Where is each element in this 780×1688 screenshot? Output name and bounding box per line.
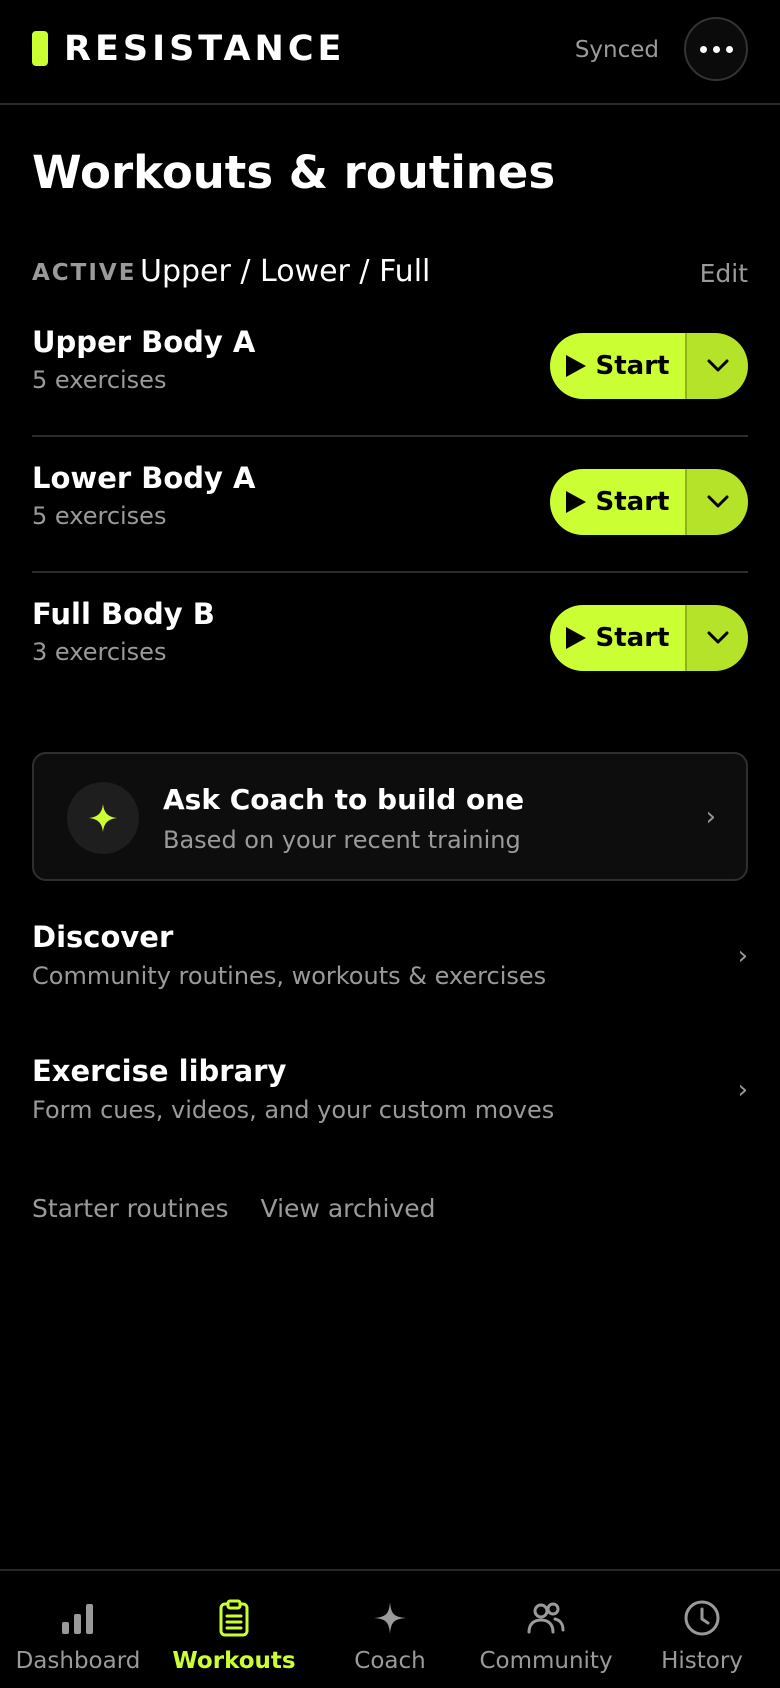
- brand-accent-bar: [32, 31, 48, 66]
- coach-card-subtitle: Based on your recent training: [163, 826, 521, 854]
- routine-item[interactable]: Upper Body A 5 exercises Start: [32, 301, 748, 437]
- chevron-right-icon: ›: [737, 941, 748, 971]
- chevron-down-icon: [707, 359, 728, 372]
- chevron-right-icon: ›: [737, 1075, 748, 1105]
- bar-chart-icon: [62, 1604, 93, 1634]
- start-label: Start: [595, 623, 670, 653]
- sparkle-icon: [374, 1602, 406, 1634]
- brand-logo-text: RESISTANCE: [64, 29, 346, 69]
- starter-routines-link[interactable]: Starter routines: [32, 1192, 229, 1232]
- exercise-library-link[interactable]: Exercise library Form cues, videos, and …: [32, 1052, 748, 1152]
- routine-name: Upper Body A: [32, 325, 256, 359]
- start-label: Start: [595, 487, 670, 517]
- app-header: RESISTANCE Synced: [0, 0, 780, 105]
- routine-exercise-count: 5 exercises: [32, 502, 167, 530]
- routine-name: Full Body B: [32, 597, 215, 631]
- start-button-group: Start: [550, 333, 748, 399]
- start-button-group: Start: [550, 605, 748, 671]
- bottom-tab-bar: Dashboard Workouts Coach Community Histo…: [0, 1569, 780, 1688]
- discover-link[interactable]: Discover Community routines, workouts & …: [32, 918, 748, 1018]
- tab-history[interactable]: History: [624, 1571, 780, 1688]
- ask-coach-card[interactable]: Ask Coach to build one Based on your rec…: [32, 752, 748, 881]
- sparkle-icon: [89, 804, 117, 832]
- tab-community[interactable]: Community: [468, 1571, 624, 1688]
- tab-coach[interactable]: Coach: [312, 1571, 468, 1688]
- tab-workouts[interactable]: Workouts: [156, 1571, 312, 1688]
- start-workout-button[interactable]: Start: [550, 333, 685, 399]
- tab-label: History: [661, 1648, 743, 1674]
- routine-name: Lower Body A: [32, 461, 256, 495]
- routine-exercise-count: 3 exercises: [32, 638, 167, 666]
- tab-label: Dashboard: [15, 1648, 141, 1674]
- view-archived-link[interactable]: View archived: [261, 1192, 436, 1232]
- more-options-button[interactable]: [684, 17, 748, 81]
- routine-item[interactable]: Full Body B 3 exercises Start: [32, 573, 748, 709]
- start-label: Start: [595, 351, 670, 381]
- users-icon: [527, 1602, 565, 1634]
- chevron-right-icon: ›: [705, 802, 716, 832]
- exercise-library-subtitle: Form cues, videos, and your custom moves: [32, 1096, 555, 1124]
- tab-label: Workouts: [172, 1648, 296, 1674]
- active-program-name: Upper / Lower / Full: [140, 254, 431, 289]
- sync-status: Synced: [574, 37, 659, 63]
- clock-icon: [684, 1600, 720, 1636]
- tab-label: Community: [479, 1648, 613, 1674]
- more-horizontal-icon: [725, 45, 733, 53]
- play-icon: [565, 627, 586, 649]
- play-icon: [565, 355, 586, 377]
- page-title: Workouts & routines: [32, 146, 556, 199]
- start-button-group: Start: [550, 469, 748, 535]
- start-workout-button[interactable]: Start: [550, 605, 685, 671]
- active-program-row: ACTIVE Upper / Lower / Full Edit: [32, 252, 748, 292]
- discover-title: Discover: [32, 920, 174, 954]
- start-workout-button[interactable]: Start: [550, 469, 685, 535]
- chevron-down-icon: [707, 495, 728, 508]
- more-horizontal-icon: [712, 45, 720, 53]
- coach-icon-circle: [67, 782, 139, 854]
- exercise-library-title: Exercise library: [32, 1054, 287, 1088]
- play-icon: [565, 491, 586, 513]
- active-tag: ACTIVE: [32, 260, 137, 286]
- coach-card-title: Ask Coach to build one: [163, 783, 525, 816]
- routine-exercise-count: 5 exercises: [32, 366, 167, 394]
- more-horizontal-icon: [699, 45, 707, 53]
- footer-links: Starter routines View archived: [32, 1192, 435, 1232]
- clipboard-icon: [219, 1599, 249, 1637]
- tab-dashboard[interactable]: Dashboard: [0, 1571, 156, 1688]
- edit-program-button[interactable]: Edit: [700, 257, 748, 291]
- chevron-down-icon: [707, 631, 728, 644]
- start-options-dropdown[interactable]: [687, 469, 748, 535]
- tab-label: Coach: [354, 1648, 426, 1674]
- start-options-dropdown[interactable]: [687, 605, 748, 671]
- start-options-dropdown[interactable]: [687, 333, 748, 399]
- discover-subtitle: Community routines, workouts & exercises: [32, 962, 547, 990]
- routine-item[interactable]: Lower Body A 5 exercises Start: [32, 437, 748, 573]
